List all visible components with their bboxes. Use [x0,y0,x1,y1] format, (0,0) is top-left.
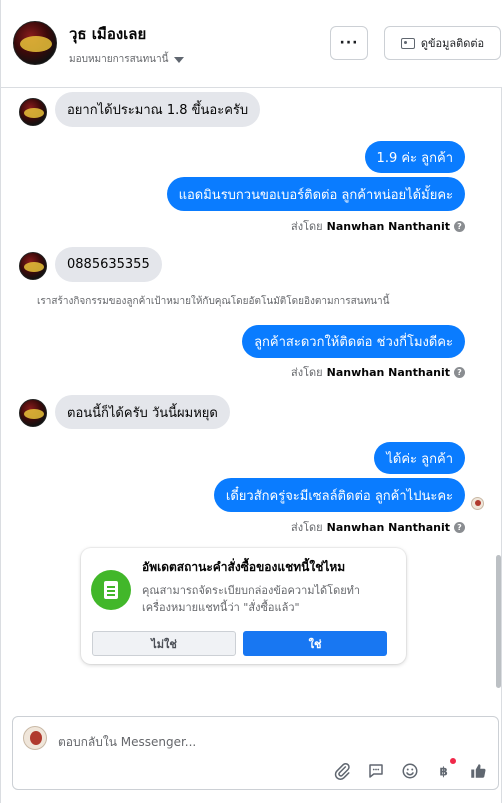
info-icon[interactable]: ? [454,220,465,232]
outgoing-message: ได้ค่ะ ลูกค้า [374,442,465,474]
incoming-message: 0885635355 [55,247,162,282]
assign-conversation-dropdown[interactable]: มอบหมายการสนทนานี้ [69,52,185,67]
contact-name[interactable]: วุธ เมืองเลย [69,22,146,46]
reply-input[interactable]: ตอบกลับใน Messenger... [58,733,196,752]
caret-down-icon [174,56,185,63]
sender-name: Nanwhan Nanthanit [326,219,450,233]
outgoing-message: เดี๋ยวสักครู่จะมีเซลล์ติดต่อ ลูกค้าไปนะค… [213,478,465,512]
saved-reply-icon[interactable] [366,761,386,781]
conversation-header: วุธ เมืองเลย มอบหมายการสนทนานี้ ··· ดูข้… [1,0,502,88]
reply-composer[interactable]: ตอบกลับใน Messenger... ฿ [12,716,499,790]
info-icon[interactable]: ? [454,366,465,378]
no-button[interactable]: ไม่ใช่ [92,631,236,656]
scrollbar-thumb[interactable] [496,555,501,688]
info-icon[interactable]: ? [454,521,465,533]
emoji-icon[interactable] [400,761,420,781]
more-options-button[interactable]: ··· [330,26,368,60]
contact-avatar[interactable] [19,399,47,427]
thumbs-up-icon[interactable] [468,761,488,781]
outgoing-message: 1.9 ค่ะ ลูกค้า [364,141,465,173]
yes-button[interactable]: ใช่ [243,631,387,656]
view-contact-info-label: ดูข้อมูลติดต่อ [420,37,485,50]
sent-by-prefix: ส่งโดย [291,521,323,534]
order-status-description: คุณสามารถจัดระเบียบกล่องข้อความได้โดยทำเ… [142,584,361,614]
view-contact-info-button[interactable]: ดูข้อมูลติดต่อ [384,26,501,60]
contact-card-icon [400,37,415,49]
order-document-icon [91,570,131,610]
order-status-prompt: อัพเดตสถานะคำสั่งซื้อของแชทนี้ใช่ไหม คุณ… [81,548,406,664]
sent-by-label: ส่งโดย Nanwhan Nanthanit ? [291,217,465,235]
system-notice: เราสร้างกิจกรรมของลูกค้าเป้าหมายให้กับคุ… [37,296,390,307]
paperclip-icon[interactable] [332,761,352,781]
messenger-panel: วุธ เมืองเลย มอบหมายการสนทนานี้ ··· ดูข้… [0,0,502,803]
sent-by-prefix: ส่งโดย [291,366,323,379]
page-avatar [23,726,47,750]
composer-toolbar: ฿ [332,758,488,781]
order-status-title: อัพเดตสถานะคำสั่งซื้อของแชทนี้ใช่ไหม [142,560,346,574]
svg-text:฿: ฿ [440,765,448,779]
sender-name: Nanwhan Nanthanit [326,520,450,534]
seen-indicator-avatar [471,497,484,510]
incoming-message: ตอนนี้ก็ได้ครับ วันนี้ผมหยุด [55,395,230,429]
sent-by-label: ส่งโดย Nanwhan Nanthanit ? [291,518,465,536]
outgoing-message: ลูกค้าสะดวกให้ติดต่อ ช่วงกี่โมงดีคะ [242,325,465,358]
outgoing-message: แอดมินรบกวนขอเบอร์ติดต่อ ลูกค้าหน่อยได้ม… [166,177,465,211]
incoming-message: อยากได้ประมาณ 1.8 ขึ้นอะครับ [55,92,261,127]
contact-avatar[interactable] [19,252,47,280]
sent-by-label: ส่งโดย Nanwhan Nanthanit ? [291,363,465,381]
contact-avatar[interactable] [13,21,57,65]
sender-name: Nanwhan Nanthanit [326,365,450,379]
baht-payment-icon[interactable]: ฿ [434,758,456,781]
notification-dot [450,758,456,764]
sent-by-prefix: ส่งโดย [291,220,323,233]
contact-avatar[interactable] [19,98,47,126]
assign-label: มอบหมายการสนทนานี้ [69,54,169,65]
